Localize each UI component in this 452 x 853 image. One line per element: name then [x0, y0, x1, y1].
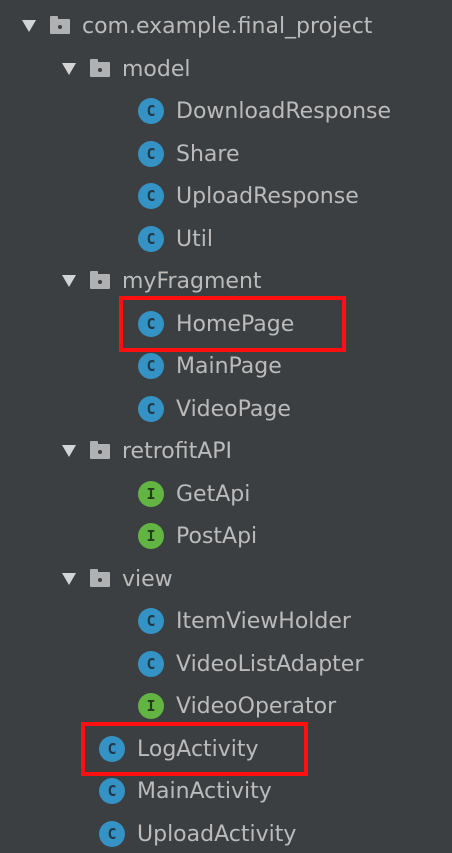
- package-folder-icon: [50, 15, 70, 34]
- tree-row-package[interactable]: model: [0, 50, 452, 88]
- tree-row-package[interactable]: retrofitAPI: [0, 432, 452, 470]
- tree-row-class[interactable]: C Share: [0, 135, 452, 173]
- package-folder-icon: [90, 568, 110, 587]
- tree-row-label: com.example.final_project: [82, 13, 373, 39]
- tree-row-label: MainActivity: [137, 778, 272, 804]
- tree-row-label: VideoListAdapter: [176, 651, 364, 677]
- tree-row-label: Share: [176, 141, 240, 167]
- tree-row-label: ItemViewHolder: [176, 608, 351, 634]
- tree-row-class[interactable]: C MainActivity: [0, 772, 452, 810]
- tree-row-label: VideoPage: [176, 396, 291, 422]
- class-icon: C: [138, 651, 164, 677]
- tree-row-interface[interactable]: I PostApi: [0, 517, 452, 555]
- project-tree: com.example.final_project model C Downlo…: [0, 0, 452, 853]
- tree-row-class[interactable]: C UploadActivity: [0, 815, 452, 853]
- package-folder-icon: [90, 58, 110, 77]
- interface-icon: I: [138, 481, 164, 507]
- tree-row-class[interactable]: C Util: [0, 220, 452, 258]
- tree-row-label: HomePage: [176, 311, 295, 337]
- class-icon: C: [138, 353, 164, 379]
- tree-row-package[interactable]: myFragment: [0, 262, 452, 300]
- tree-row-label: UploadActivity: [137, 821, 297, 847]
- tree-row-label: VideoOperator: [176, 693, 337, 719]
- tree-row-label: DownloadResponse: [176, 98, 392, 124]
- tree-row-class[interactable]: C DownloadResponse: [0, 92, 452, 130]
- tree-row-label: myFragment: [122, 268, 262, 294]
- class-icon: C: [99, 778, 125, 804]
- expand-arrow-icon[interactable]: [62, 573, 76, 585]
- tree-row-label: PostApi: [176, 523, 258, 549]
- class-icon: C: [138, 183, 164, 209]
- tree-row-class[interactable]: C HomePage: [0, 305, 452, 343]
- class-icon: C: [99, 821, 125, 847]
- class-icon: C: [138, 608, 164, 634]
- expand-arrow-icon[interactable]: [62, 275, 76, 287]
- expand-arrow-icon[interactable]: [22, 20, 36, 32]
- class-icon: C: [138, 396, 164, 422]
- expand-arrow-icon[interactable]: [62, 63, 76, 75]
- tree-row-class[interactable]: C ItemViewHolder: [0, 602, 452, 640]
- tree-row-label: Util: [176, 226, 213, 252]
- interface-icon: I: [138, 693, 164, 719]
- tree-row-package[interactable]: com.example.final_project: [0, 7, 452, 45]
- tree-row-package[interactable]: view: [0, 560, 452, 598]
- package-folder-icon: [90, 440, 110, 459]
- tree-row-class[interactable]: C UploadResponse: [0, 177, 452, 215]
- class-icon: C: [138, 311, 164, 337]
- tree-row-class[interactable]: C VideoListAdapter: [0, 645, 452, 683]
- package-folder-icon: [90, 270, 110, 289]
- tree-row-label: UploadResponse: [176, 183, 359, 209]
- class-icon: C: [138, 98, 164, 124]
- tree-row-label: retrofitAPI: [122, 438, 233, 464]
- tree-row-label: model: [122, 56, 191, 82]
- expand-arrow-icon[interactable]: [62, 445, 76, 457]
- tree-row-class[interactable]: C MainPage: [0, 347, 452, 385]
- tree-row-interface[interactable]: I VideoOperator: [0, 687, 452, 725]
- tree-row-label: view: [122, 566, 173, 592]
- tree-row-interface[interactable]: I GetApi: [0, 475, 452, 513]
- tree-row-class[interactable]: C VideoPage: [0, 390, 452, 428]
- class-icon: C: [138, 226, 164, 252]
- tree-row-label: GetApi: [176, 481, 251, 507]
- tree-row-label: LogActivity: [137, 736, 259, 762]
- class-icon: C: [138, 141, 164, 167]
- tree-row-class[interactable]: C LogActivity: [0, 730, 452, 768]
- tree-row-label: MainPage: [176, 353, 282, 379]
- interface-icon: I: [138, 523, 164, 549]
- class-icon: C: [99, 736, 125, 762]
